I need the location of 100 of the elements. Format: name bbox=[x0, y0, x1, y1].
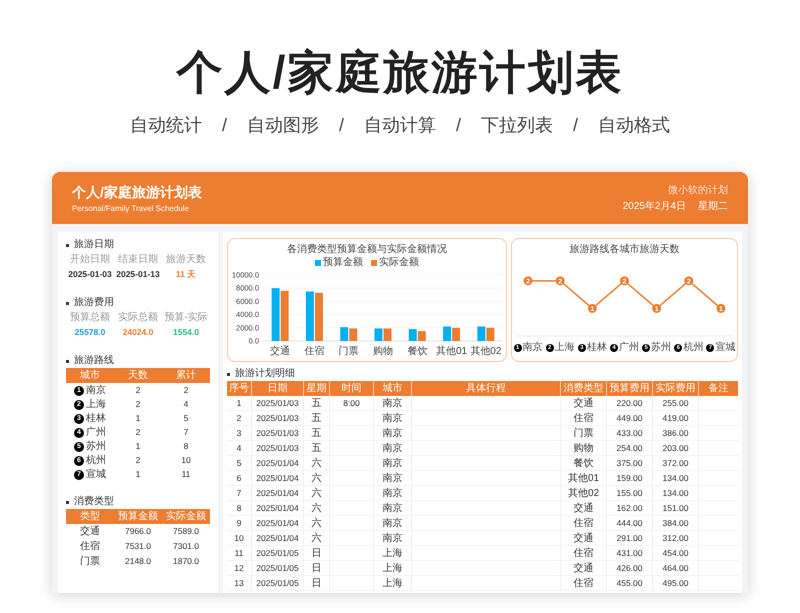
table-cell: 8:00 bbox=[329, 396, 373, 411]
stat-value: 11 天 bbox=[174, 268, 198, 281]
table-cell: 餐饮 bbox=[560, 456, 606, 471]
table-cell: 454.00 bbox=[652, 546, 698, 561]
bar bbox=[452, 328, 460, 341]
table-cell: 交通 bbox=[560, 531, 606, 546]
bullet-icon bbox=[66, 360, 69, 362]
bar bbox=[486, 328, 494, 341]
table-cell: 386.00 bbox=[652, 426, 698, 441]
table-cell-text: 1870.0 bbox=[172, 555, 200, 568]
table-cell: 2025/01/04 bbox=[251, 486, 303, 501]
table-cell: 2025/01/05 bbox=[251, 561, 303, 576]
stat-value: 2025-01-03 bbox=[67, 268, 113, 281]
bar bbox=[443, 326, 452, 341]
table-cell: 南京 bbox=[373, 471, 411, 486]
table-cell-text: 2 bbox=[182, 384, 190, 397]
table-cell: 南京 bbox=[373, 441, 411, 456]
table-cell: 455.00 bbox=[606, 576, 652, 591]
bullet-icon bbox=[227, 372, 230, 376]
section-heading: 消费类型 bbox=[74, 495, 114, 509]
bar bbox=[418, 331, 426, 341]
table-cell: 255.00 bbox=[652, 396, 698, 411]
table-cell-text: 11 bbox=[180, 468, 192, 481]
table-cell: 南京 bbox=[373, 426, 411, 441]
stat-label: 结束日期 bbox=[117, 252, 159, 267]
table-cell-text: 9 bbox=[236, 517, 242, 530]
table-cell: 2025/01/04 bbox=[251, 531, 303, 546]
table-cell: 2025/01/04 bbox=[251, 456, 303, 471]
table-cell-text: 广州 bbox=[86, 426, 106, 440]
stat-value: 1554.0 bbox=[172, 326, 200, 339]
stat-label: 预算-实际 bbox=[163, 310, 209, 325]
table-cell: 134.00 bbox=[652, 486, 698, 501]
table-cell-text: 2 bbox=[134, 384, 142, 397]
bar bbox=[314, 292, 323, 341]
table-cell: 2025/01/03 bbox=[251, 441, 303, 456]
stat-label: 旅游天数 bbox=[165, 252, 207, 267]
axis-label: 餐饮 bbox=[407, 346, 428, 357]
table-cell-text: 8 bbox=[182, 440, 190, 453]
table-cell: 2025/01/04 bbox=[251, 516, 303, 531]
table-cell: 254.00 bbox=[606, 441, 652, 456]
bar bbox=[349, 328, 358, 341]
table-cell: 159.00 bbox=[606, 471, 652, 486]
table-cell: 2025/01/03 bbox=[251, 411, 303, 426]
table-cell-text: 2148.0 bbox=[124, 555, 152, 568]
table-cell-text: 2 bbox=[134, 398, 142, 411]
bar bbox=[272, 288, 280, 341]
column-header: 实际费用 bbox=[652, 381, 698, 396]
section-heading: 旅游日期 bbox=[74, 238, 114, 252]
feature-label: 自动图形 bbox=[246, 114, 319, 136]
table-cell: 交通 bbox=[560, 561, 606, 576]
separator: / bbox=[456, 114, 462, 136]
table-cell-text: 2 bbox=[134, 454, 142, 467]
table-cell: 住宿 bbox=[560, 576, 606, 591]
table-cell-text: 7589.0 bbox=[172, 525, 200, 538]
table-cell: 426.00 bbox=[606, 561, 652, 576]
table-cell: 住宿 bbox=[560, 546, 606, 561]
table-cell: 南京 bbox=[373, 501, 411, 516]
stat-label: 开始日期 bbox=[69, 252, 111, 267]
bar bbox=[477, 326, 486, 341]
table-cell: 372.00 bbox=[652, 456, 698, 471]
column-header: 类型 bbox=[79, 510, 101, 524]
table-cell: 上海 bbox=[373, 576, 411, 591]
chart-title: 旅游路线各城市旅游天数 bbox=[570, 243, 680, 256]
table-cell: 495.00 bbox=[652, 576, 698, 591]
separator: / bbox=[573, 114, 578, 136]
table-cell-text: 10 bbox=[233, 532, 245, 545]
bullet-icon bbox=[66, 244, 69, 246]
stat-value: 2025-01-13 bbox=[115, 268, 161, 281]
feature-label: 自动计算 bbox=[364, 114, 436, 136]
table-cell-text: 13 bbox=[233, 577, 245, 590]
bullet-icon bbox=[66, 302, 69, 304]
axis-label: 其他02 bbox=[470, 346, 502, 357]
date-label: 2025年2月4日 bbox=[622, 200, 686, 212]
table-cell: 五 bbox=[303, 396, 329, 411]
table-cell: 2025/01/03 bbox=[251, 426, 303, 441]
table-cell-text: 桂林 bbox=[86, 412, 106, 426]
column-header: 备注 bbox=[698, 381, 738, 396]
separator: / bbox=[222, 114, 227, 136]
table-cell-text: 苏州 bbox=[86, 440, 106, 454]
bar bbox=[408, 329, 417, 341]
table-cell: 日 bbox=[303, 561, 329, 576]
author-label: 微小软的计划 bbox=[668, 184, 728, 196]
table-cell: 151.00 bbox=[652, 501, 698, 516]
bar bbox=[306, 292, 314, 341]
table-cell-text: 6 bbox=[236, 472, 242, 485]
table-cell: 六 bbox=[303, 531, 329, 546]
table-cell: 312.00 bbox=[652, 531, 698, 546]
stat-label: 实际总额 bbox=[117, 310, 159, 325]
axis-label: 交通 bbox=[270, 346, 290, 357]
axis-label: 住宿 bbox=[304, 346, 324, 357]
axis-label: 上海 bbox=[554, 340, 575, 355]
column-header: 城市 bbox=[79, 368, 101, 383]
table-cell-text: 7301.0 bbox=[172, 540, 200, 553]
axis-label: 桂林 bbox=[586, 340, 607, 355]
table-cell: 431.00 bbox=[606, 546, 652, 561]
table-cell: 433.00 bbox=[606, 426, 652, 441]
table-cell-text: 住宿 bbox=[79, 540, 101, 554]
stat-label: 预算总额 bbox=[69, 310, 111, 325]
column-header: 累计 bbox=[175, 368, 197, 383]
column-header: 序号 bbox=[228, 382, 250, 396]
